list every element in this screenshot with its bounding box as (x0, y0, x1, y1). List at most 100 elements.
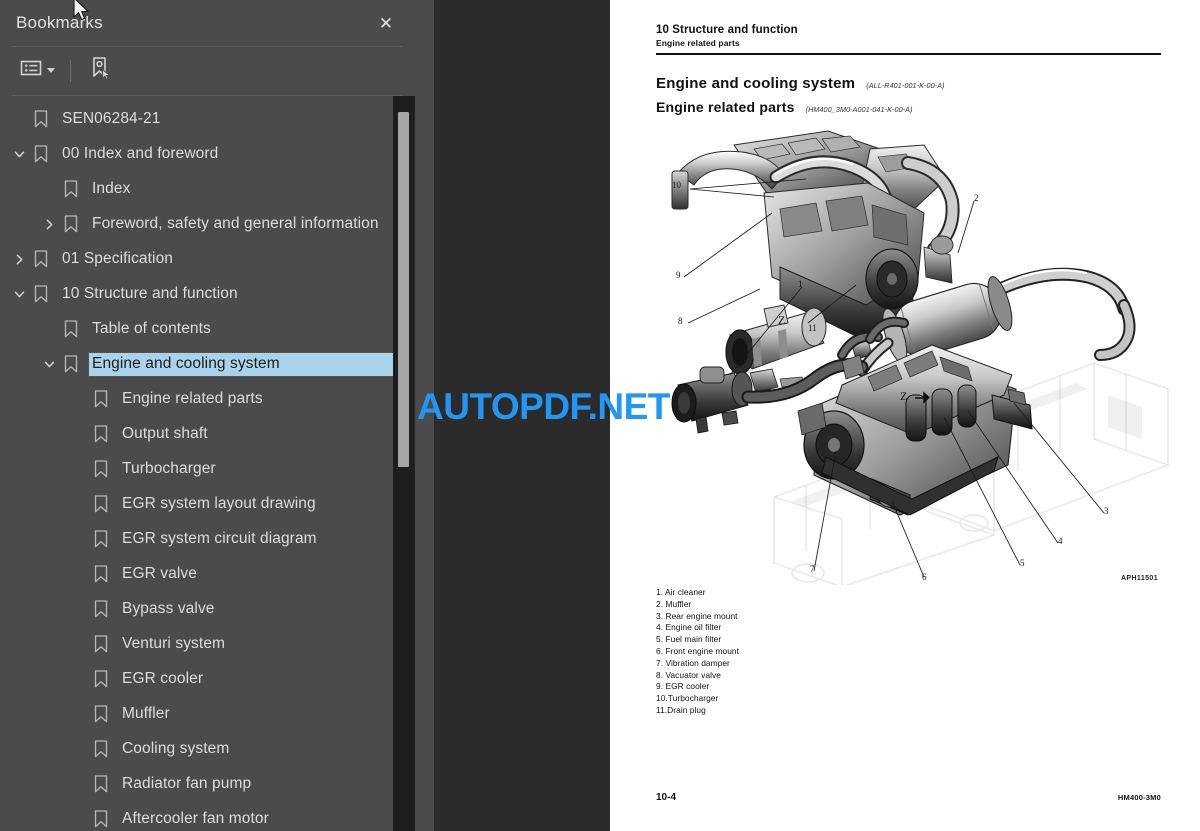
bookmark-label: Bypass valve (122, 599, 215, 617)
page-header-title: 10 Structure and function (656, 24, 798, 36)
callout-9: 9 (676, 270, 681, 280)
bookmark-item[interactable]: 01 Specification (0, 242, 415, 277)
bookmark-icon (90, 563, 112, 585)
page-number: 10-4 (656, 792, 677, 803)
legend-item: 7. Vibration damper (656, 657, 730, 668)
chevron-right-icon[interactable] (38, 213, 60, 235)
bookmark-item[interactable]: Aftercooler fan motor (0, 802, 415, 831)
chevron-down-icon[interactable] (8, 143, 30, 165)
legend-item: 3. Rear engine mount (656, 610, 738, 621)
bookmark-label: EGR system circuit diagram (122, 529, 317, 547)
bookmark-label: Radiator fan pump (122, 774, 252, 792)
chevron-down-icon[interactable] (8, 283, 30, 305)
chevron-right-icon[interactable] (8, 248, 30, 270)
pdf-viewer-window: Bookmarks ✕ SEN06284-21 00 Index and for… (0, 0, 1200, 831)
bookmark-item[interactable]: Cooling system (0, 732, 415, 767)
page-header-rule (656, 53, 1161, 55)
legend-item: 8. Vacuator valve (656, 669, 721, 680)
chevron-down-icon[interactable] (38, 353, 60, 375)
bookmark-icon (90, 598, 112, 620)
section-code: (ALL-R401-001-K-00-A) (866, 81, 945, 90)
legend-item: 4. Engine oil filter (656, 622, 722, 633)
bookmark-label: Table of contents (92, 319, 211, 337)
bookmarks-scrollbar-track[interactable] (393, 95, 415, 831)
page-footer: 10-4 HM400-3M0 (656, 792, 1161, 803)
bookmark-options-button[interactable] (14, 55, 61, 86)
legend-item: 2. Muffler (656, 598, 692, 609)
bookmark-icon (30, 108, 52, 130)
bookmark-item[interactable]: Index (0, 172, 415, 207)
bookmark-icon (60, 178, 82, 200)
bookmark-label: Aftercooler fan motor (122, 809, 269, 827)
list-options-icon (20, 59, 42, 82)
bookmarks-tree: SEN06284-21 00 Index and foreword Index For… (0, 95, 415, 831)
bookmark-label: Muffler (122, 704, 170, 722)
legend-item: 11.Drain plug (656, 704, 706, 715)
legend-item: 9. EGR cooler (656, 681, 710, 692)
bookmark-label: Foreword, safety and general information (92, 214, 379, 232)
bookmark-label: 10 Structure and function (62, 284, 238, 302)
bookmark-icon (90, 633, 112, 655)
bookmark-item[interactable]: 10 Structure and function (0, 277, 415, 312)
bookmark-item[interactable]: Turbocharger (0, 452, 415, 487)
viewer-left-margin (434, 0, 610, 831)
bookmark-icon (90, 423, 112, 445)
bookmark-icon (90, 773, 112, 795)
bookmark-icon (60, 353, 82, 375)
bookmark-icon (90, 493, 112, 515)
bookmark-icon (90, 703, 112, 725)
bookmark-icon (90, 528, 112, 550)
bookmark-item[interactable]: EGR valve (0, 557, 415, 592)
bookmark-item[interactable]: Venturi system (0, 627, 415, 662)
bookmark-item[interactable]: Foreword, safety and general information (0, 207, 415, 242)
document-viewer[interactable]: 10 Structure and function Engine related… (434, 0, 1200, 831)
callout-5: 5 (1020, 558, 1025, 568)
bookmark-label: Turbocharger (122, 459, 216, 477)
callout-7: 7 (810, 564, 815, 574)
close-icon[interactable]: ✕ (371, 8, 401, 38)
legend-item: 10.Turbocharger (656, 693, 719, 704)
new-bookmark-button[interactable] (82, 52, 118, 89)
bookmark-icon (90, 388, 112, 410)
bookmark-item[interactable]: Output shaft (0, 417, 415, 452)
callout-3: 3 (1104, 506, 1109, 516)
bookmark-label: SEN06284-21 (62, 109, 161, 127)
toolbar-separator (70, 59, 71, 82)
bookmark-label: Engine and cooling system (88, 351, 410, 377)
bookmark-item[interactable]: SEN06284-21 (0, 102, 415, 137)
panel-title: Bookmarks (16, 13, 103, 32)
callout-1: 1 (798, 279, 803, 289)
bookmark-item[interactable]: EGR cooler (0, 662, 415, 697)
bookmark-item[interactable]: EGR system circuit diagram (0, 522, 415, 557)
bookmark-item[interactable]: Table of contents (0, 312, 415, 347)
panel-gutter (415, 0, 434, 831)
bookmark-icon (90, 738, 112, 760)
subsection-title: Engine related parts (656, 99, 795, 115)
bookmark-label: Index (92, 179, 131, 197)
bookmark-label: 00 Index and foreword (62, 144, 219, 162)
bookmark-item[interactable]: Engine related parts (0, 382, 415, 417)
legend-item: 6. Front engine mount (656, 645, 739, 656)
bookmark-item[interactable]: Engine and cooling system (0, 347, 415, 382)
bookmark-item[interactable]: Muffler (0, 697, 415, 732)
bookmark-icon (30, 143, 52, 165)
bookmark-label: Output shaft (122, 424, 208, 442)
bookmark-item[interactable]: Radiator fan pump (0, 767, 415, 802)
bookmark-label: Engine related parts (122, 389, 263, 407)
view-mark-z-upper: Z (778, 313, 786, 327)
bookmark-item[interactable]: EGR system layout drawing (0, 487, 415, 522)
bookmark-item[interactable]: 00 Index and foreword (0, 137, 415, 172)
bookmarks-scrollbar-thumb[interactable] (398, 111, 409, 467)
bookmark-item[interactable]: Bypass valve (0, 592, 415, 627)
callout-11: 11 (808, 323, 817, 333)
